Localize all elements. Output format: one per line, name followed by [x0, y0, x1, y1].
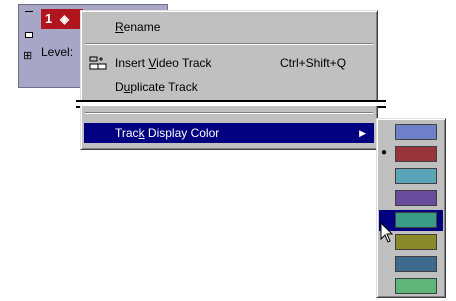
track-number: 1 [45, 11, 53, 26]
color-swatch [395, 278, 437, 294]
color-swatch [395, 212, 437, 228]
menu-item-insert-video-track[interactable]: Insert Video Track Ctrl+Shift+Q [81, 53, 377, 73]
submenu-arrow-icon: ▶ [359, 128, 366, 138]
color-swatch [395, 124, 437, 140]
color-swatch [395, 190, 437, 206]
insert-video-track-icon [89, 56, 107, 72]
color-option-3[interactable] [379, 166, 443, 187]
rename-label: Rename [115, 20, 161, 34]
menu-separator [85, 43, 373, 45]
film-strip-icon: ◈ [59, 12, 70, 26]
color-swatch [395, 256, 437, 272]
arrow-cursor-icon [380, 221, 394, 247]
color-option-4[interactable] [379, 188, 443, 209]
insert-video-track-shortcut: Ctrl+Shift+Q [280, 56, 347, 70]
color-option-7[interactable] [379, 254, 443, 275]
duplicate-track-label: Duplicate Track [115, 80, 198, 94]
track-display-color-label: Track Display Color [115, 126, 220, 140]
color-swatch [395, 168, 437, 184]
color-submenu: ● [376, 118, 446, 298]
color-swatch [395, 146, 437, 162]
menu-item-duplicate-track[interactable]: Duplicate Track [81, 77, 377, 97]
context-menu: Rename Insert Video Track Ctrl+Shift+Q D… [80, 10, 378, 102]
color-option-1[interactable] [379, 122, 443, 143]
menu-item-track-display-color[interactable]: Track Display Color ▶ [84, 123, 374, 143]
hierarchy-icon[interactable]: ⊞ [23, 51, 32, 62]
collapse-icon[interactable] [25, 11, 33, 14]
color-option-2[interactable]: ● [379, 144, 443, 165]
level-label: Level: [41, 45, 74, 59]
color-option-8[interactable] [379, 276, 443, 297]
menu-break-line-top [76, 100, 386, 102]
track-toggle-box[interactable] [25, 32, 33, 38]
color-swatch [395, 234, 437, 250]
menu-separator [85, 112, 373, 114]
track-number-badge[interactable]: 1 ◈ [41, 9, 83, 29]
bullet-check-icon: ● [381, 147, 388, 158]
menu-item-rename[interactable]: Rename [81, 17, 377, 37]
context-menu-lower: Track Display Color ▶ [80, 106, 378, 150]
insert-video-track-label: Insert Video Track [115, 56, 212, 70]
